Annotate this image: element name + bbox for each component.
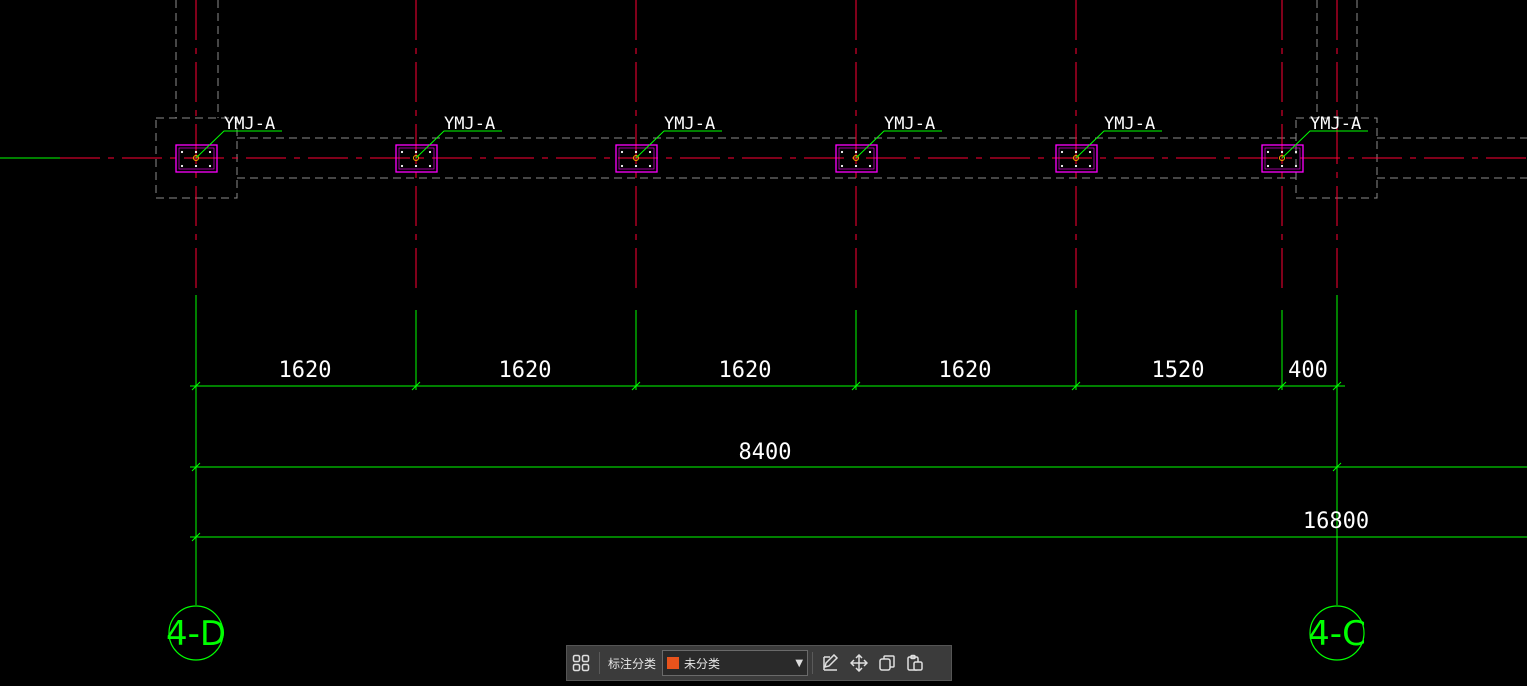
category-select-value: 未分类 [684,656,721,671]
chevron-down-icon: ▼ [795,657,804,669]
move-icon[interactable] [845,649,873,677]
dim-text-total-1: 8400 [739,440,792,465]
rebar-dot [414,150,418,154]
column-group: YMJ-A YMJ-A YMJ-A YMJ-A YMJ-A YMJ-A [175,114,1368,173]
rebar-dot [1294,150,1298,154]
rebar-dot [854,150,858,154]
embedded-column-3[interactable]: YMJ-A [615,114,722,173]
embedded-column-1[interactable]: YMJ-A [175,114,282,173]
rebar-dot [208,150,212,154]
rebar-dot [208,164,212,168]
rebar-dot [414,164,418,168]
dim-text-4: 1620 [939,358,992,383]
category-color-swatch [667,657,680,669]
rebar-dot [648,150,652,154]
paste-icon[interactable] [901,649,929,677]
rebar-dot [428,164,432,168]
rebar-dot [400,150,404,154]
column-tag-label: YMJ-A [224,114,275,134]
cad-canvas[interactable]: YMJ-A YMJ-A YMJ-A YMJ-A YMJ-A YMJ-A 1620 1620… [0,0,1527,686]
annotation-category-select[interactable]: 未分类 ▼ [662,650,809,676]
rebar-dot [854,164,858,168]
dim-text-3: 1620 [719,358,772,383]
rebar-dot [400,164,404,168]
rebar-dot [1060,150,1064,154]
rebar-dot [868,164,872,168]
embedded-column-4[interactable]: YMJ-A [835,114,942,173]
annotation-toolbar: 标注分类 未分类 ▼ [566,645,952,681]
column-tag-label: YMJ-A [664,114,715,134]
rebar-dot [868,150,872,154]
copy-icon[interactable] [873,649,901,677]
rebar-dot [1280,150,1284,154]
rebar-dot [1074,164,1078,168]
column-tag-label: YMJ-A [1310,114,1361,134]
column-tag-label: YMJ-A [884,114,935,134]
rebar-dot [1088,164,1092,168]
rebar-dot [1294,164,1298,168]
embedded-column-2[interactable]: YMJ-A [395,114,502,173]
embedded-column-5[interactable]: YMJ-A [1055,114,1162,173]
dim-text-2: 1620 [499,358,552,383]
axis-label-left: 4-D [166,614,226,654]
toolbar-divider [812,652,814,674]
rebar-dot [1280,164,1284,168]
rebar-dot [180,150,184,154]
edit-icon[interactable] [817,649,845,677]
axis-label-right: 4-C [1308,614,1366,654]
rebar-dot [194,164,198,168]
rebar-dot [1266,164,1270,168]
dim-text-6: 400 [1288,358,1328,383]
rebar-dot [1088,150,1092,154]
rebar-dot [1266,150,1270,154]
rebar-dot [634,150,638,154]
dim-text-1: 1620 [279,358,332,383]
embedded-column-6[interactable]: YMJ-A [1261,114,1368,173]
axis-lines [60,0,1527,295]
rebar-dot [1074,150,1078,154]
rebar-dot [620,164,624,168]
rebar-dot [1060,164,1064,168]
annotation-category-label: 标注分类 [608,656,657,671]
dim-text-total-2: 16800 [1303,509,1369,534]
rebar-dot [840,150,844,154]
rebar-dot [634,164,638,168]
rebar-dot [648,164,652,168]
column-tag-label: YMJ-A [444,114,495,134]
grid-icon[interactable] [567,649,595,677]
rebar-dot [428,150,432,154]
hidden-outlines [155,0,1527,199]
dimension-lines [190,295,1527,605]
dim-text-5: 1520 [1152,358,1205,383]
rebar-dot [180,164,184,168]
rebar-dot [840,164,844,168]
column-tag-label: YMJ-A [1104,114,1155,134]
toolbar-divider [599,652,600,674]
rebar-dot [620,150,624,154]
rebar-dot [194,150,198,154]
